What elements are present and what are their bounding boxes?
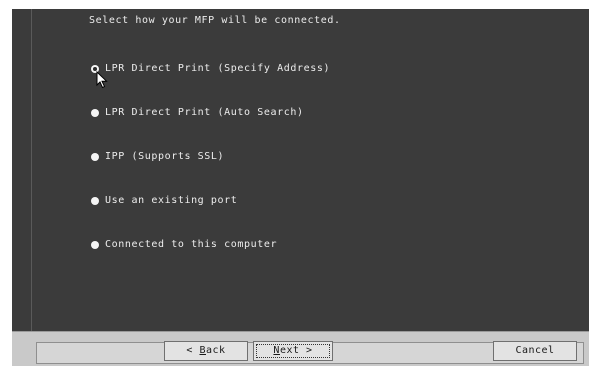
back-button-prefix: < — [186, 345, 200, 356]
radio-ipp-ssl[interactable] — [91, 153, 99, 161]
wizard-content-panel — [12, 9, 589, 331]
back-button[interactable]: < Back — [164, 341, 248, 361]
option-label-lpr-auto-search[interactable]: LPR Direct Print (Auto Search) — [105, 107, 304, 118]
option-label-connected-this-computer[interactable]: Connected to this computer — [105, 239, 277, 250]
cancel-button[interactable]: Cancel — [493, 341, 577, 361]
option-label-existing-port[interactable]: Use an existing port — [105, 195, 237, 206]
next-button-label: ext > — [279, 345, 313, 356]
arrow-cursor-icon — [96, 71, 108, 89]
option-label-lpr-specify-address[interactable]: LPR Direct Print (Specify Address) — [105, 63, 330, 74]
instruction-text: Select how your MFP will be connected. — [89, 15, 341, 26]
back-button-label: ack — [206, 345, 226, 356]
option-label-ipp-ssl[interactable]: IPP (Supports SSL) — [105, 151, 224, 162]
radio-existing-port[interactable] — [91, 197, 99, 205]
radio-lpr-auto-search[interactable] — [91, 109, 99, 117]
radio-connected-this-computer[interactable] — [91, 241, 99, 249]
panel-divider — [31, 9, 32, 331]
next-button[interactable]: Next > — [253, 341, 333, 361]
